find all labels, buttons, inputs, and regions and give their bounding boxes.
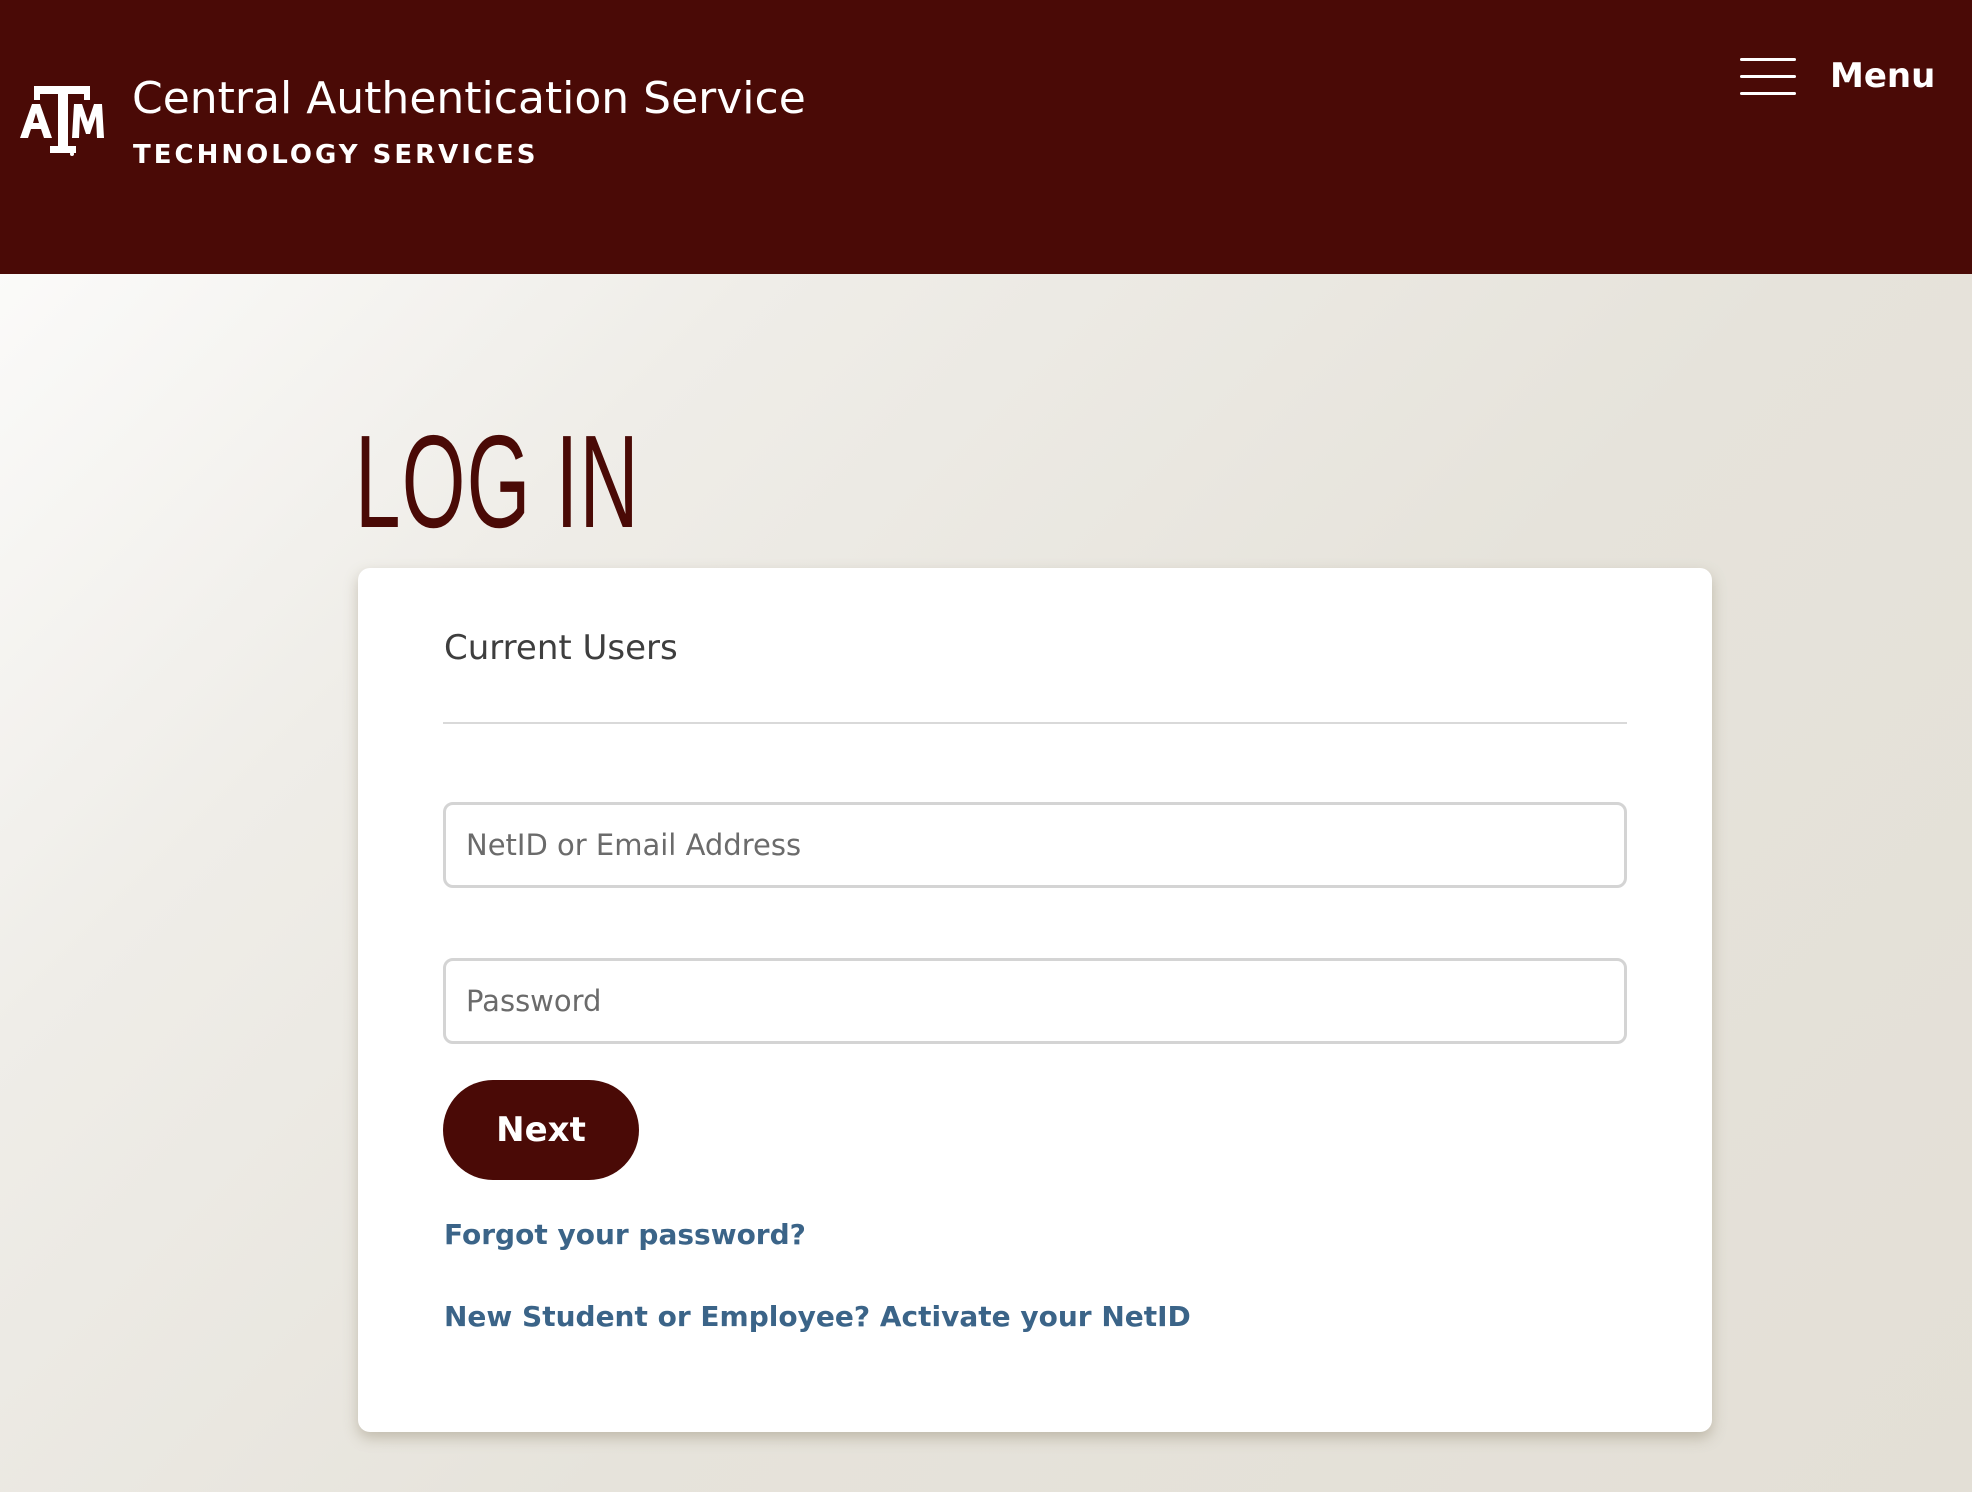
site-header: Central Authentication Service TECHNOLOG… xyxy=(0,0,1972,274)
menu-button[interactable]: Menu xyxy=(1736,52,1946,108)
hamburger-icon xyxy=(1740,58,1796,96)
menu-label: Menu xyxy=(1830,56,1936,96)
netid-input[interactable] xyxy=(443,802,1627,888)
page-title: LOG IN xyxy=(355,408,640,556)
login-card: Current Users Next Forgot your password?… xyxy=(358,568,1712,1432)
atm-logo-icon[interactable] xyxy=(20,86,104,158)
site-subtitle: TECHNOLOGY SERVICES xyxy=(133,140,539,170)
site-title: Central Authentication Service xyxy=(132,73,806,124)
forgot-password-link[interactable]: Forgot your password? xyxy=(444,1218,806,1251)
password-input[interactable] xyxy=(443,958,1627,1044)
card-divider xyxy=(443,722,1627,724)
card-title: Current Users xyxy=(444,628,678,668)
activate-netid-link[interactable]: New Student or Employee? Activate your N… xyxy=(444,1300,1191,1333)
next-button[interactable]: Next xyxy=(443,1080,639,1180)
